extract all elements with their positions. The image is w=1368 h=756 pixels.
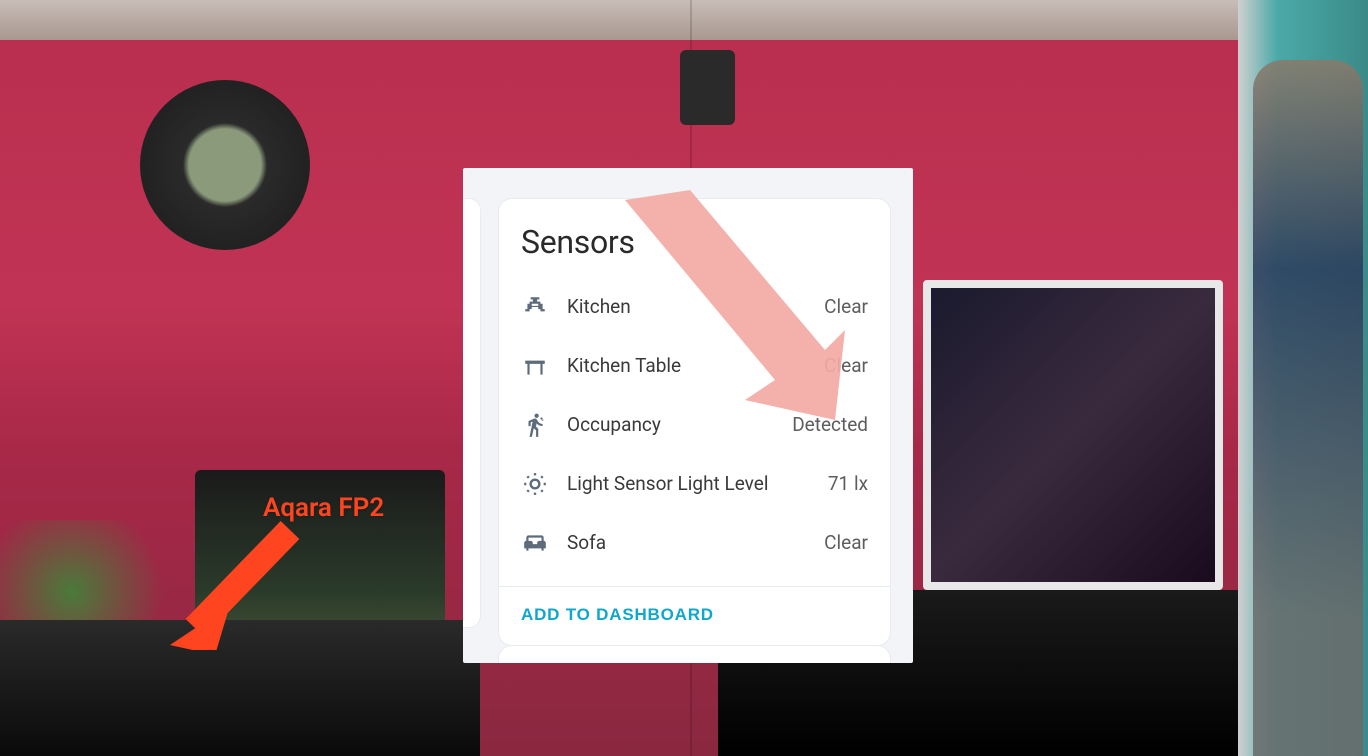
wall-art-tree [140, 80, 310, 250]
sensor-label: Sofa [567, 531, 806, 554]
sensor-row-light-level[interactable]: Light Sensor Light Level 71 lx [521, 454, 868, 513]
faucet-icon [521, 293, 549, 321]
sensor-label: Kitchen [567, 295, 806, 318]
sensor-value: Clear [824, 531, 868, 554]
sensor-row-kitchen[interactable]: Kitchen Clear [521, 277, 868, 336]
wall-speaker [680, 50, 735, 125]
tv-screen [923, 280, 1223, 590]
adjacent-card-edge [463, 198, 481, 628]
person-figure [1253, 60, 1363, 756]
shelf-unit [0, 620, 480, 756]
table-icon [521, 352, 549, 380]
add-to-dashboard-button[interactable]: ADD TO DASHBOARD [521, 605, 714, 625]
brightness-icon [521, 470, 549, 498]
ceiling [0, 0, 1368, 40]
sensor-label: Light Sensor Light Level [567, 472, 810, 495]
sensor-row-occupancy[interactable]: Occupancy Detected [521, 395, 868, 454]
motion-icon [521, 411, 549, 439]
card-title: Sensors [521, 223, 868, 261]
sensor-value: Detected [792, 413, 868, 436]
sensors-card: Sensors Kitchen Clear Kitchen Table Clea… [498, 198, 891, 646]
sensor-label: Occupancy [567, 413, 774, 436]
sensor-row-sofa[interactable]: Sofa Clear [521, 513, 868, 572]
sofa-icon [521, 529, 549, 557]
card-backdrop: Sensors Kitchen Clear Kitchen Table Clea… [463, 168, 913, 663]
adjacent-card-bottom-edge [498, 645, 891, 663]
card-actions: ADD TO DASHBOARD [499, 586, 890, 645]
sensor-value: Clear [824, 295, 868, 318]
sensor-value: 71 lx [828, 472, 868, 495]
sensor-row-kitchen-table[interactable]: Kitchen Table Clear [521, 336, 868, 395]
sensor-label: Kitchen Table [567, 354, 806, 377]
sensor-value: Clear [824, 354, 868, 377]
annotation-device-label: Aqara FP2 [263, 493, 384, 523]
